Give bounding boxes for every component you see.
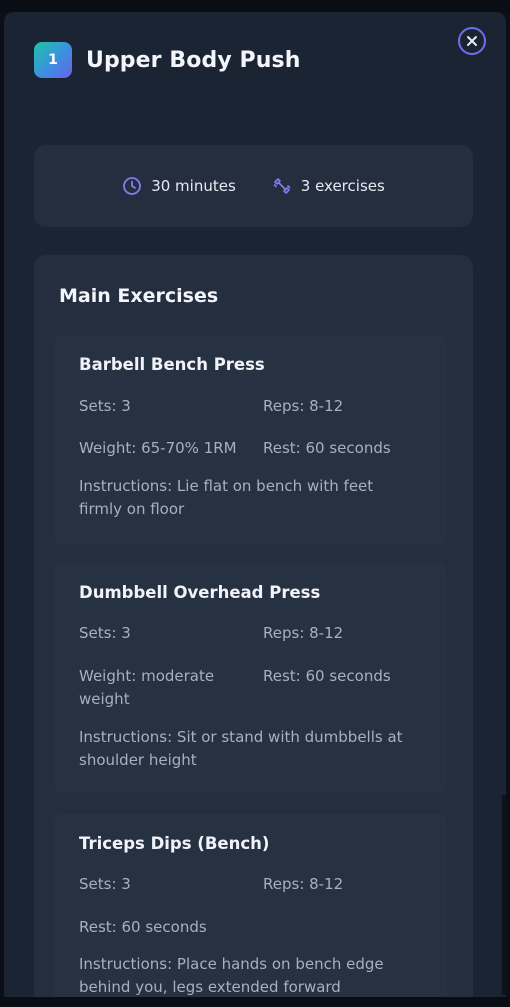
duration-text: 30 minutes bbox=[151, 177, 236, 195]
exercise-sets: Sets: 3 bbox=[79, 875, 131, 893]
exercise-weight: Weight: 65-70% 1RM bbox=[79, 439, 237, 457]
section-title: Main Exercises bbox=[59, 285, 219, 307]
exercise-name: Triceps Dips (Bench) bbox=[79, 834, 270, 853]
exercise-card: Dumbbell Overhead Press Sets: 3 Reps: 8-… bbox=[54, 563, 447, 793]
day-number-badge: 1 bbox=[34, 42, 72, 78]
exercise-count-summary: 3 exercises bbox=[272, 176, 385, 196]
duration-summary: 30 minutes bbox=[122, 176, 236, 196]
clock-icon bbox=[122, 176, 142, 196]
exercise-reps: Reps: 8-12 bbox=[263, 875, 344, 893]
exercise-rest: Rest: 60 seconds bbox=[79, 918, 207, 936]
top-edge bbox=[0, 0, 510, 12]
close-button[interactable] bbox=[458, 27, 486, 55]
exercise-reps: Reps: 8-12 bbox=[263, 624, 344, 642]
exercise-rest: Rest: 60 seconds bbox=[263, 439, 391, 457]
exercise-instructions: Instructions: Place hands on bench edge … bbox=[79, 955, 384, 996]
exercise-weight: Weight: moderate weight bbox=[79, 667, 215, 708]
dumbbell-icon bbox=[272, 176, 292, 196]
exercise-card: Barbell Bench Press Sets: 3 Reps: 8-12 W… bbox=[54, 335, 447, 545]
workout-modal: 1 Upper Body Push 30 minutes 3 exercises… bbox=[4, 12, 506, 997]
main-exercises-section: Main Exercises Barbell Bench Press Sets:… bbox=[34, 255, 473, 997]
exercise-name: Barbell Bench Press bbox=[79, 355, 265, 374]
modal-title: Upper Body Push bbox=[86, 47, 301, 73]
scrollbar-thumb[interactable] bbox=[502, 795, 506, 995]
close-icon bbox=[467, 36, 477, 46]
exercise-sets: Sets: 3 bbox=[79, 397, 131, 415]
exercise-card: Triceps Dips (Bench) Sets: 3 Reps: 8-12 … bbox=[54, 814, 447, 997]
exercise-instructions: Instructions: Sit or stand with dumbbell… bbox=[79, 728, 403, 769]
exercise-sets: Sets: 3 bbox=[79, 624, 131, 642]
exercise-rest: Rest: 60 seconds bbox=[263, 667, 391, 685]
bottom-nav-edge bbox=[0, 997, 510, 1007]
exercise-instructions: Instructions: Lie flat on bench with fee… bbox=[79, 477, 374, 518]
exercise-reps: Reps: 8-12 bbox=[263, 397, 344, 415]
screen: 1 Upper Body Push 30 minutes 3 exercises… bbox=[0, 0, 510, 1007]
exercise-name: Dumbbell Overhead Press bbox=[79, 583, 321, 602]
modal-header: 1 Upper Body Push bbox=[34, 42, 300, 78]
exercise-count-text: 3 exercises bbox=[300, 177, 385, 195]
workout-summary-card: 30 minutes 3 exercises bbox=[34, 145, 473, 227]
